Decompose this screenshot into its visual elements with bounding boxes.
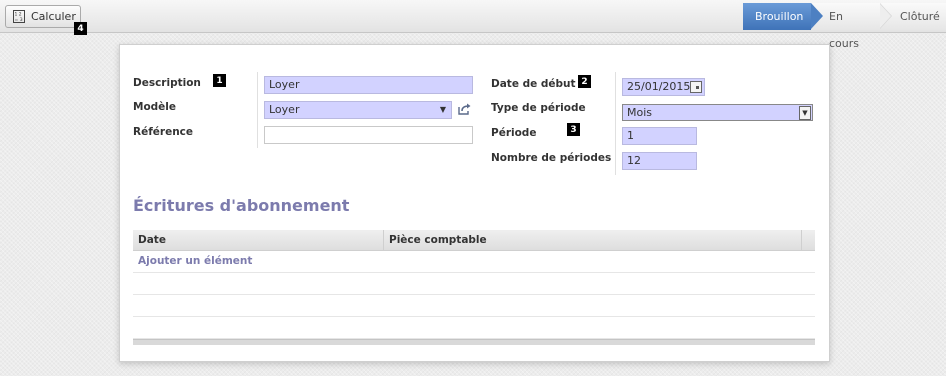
num-periods-field[interactable]: 12 bbox=[622, 152, 697, 170]
form-sheet: Description 1 Modèle Référence Loyer Loy… bbox=[119, 44, 830, 362]
column-header-accounting-entry[interactable]: Pièce comptable bbox=[384, 230, 802, 251]
table-row bbox=[133, 295, 815, 317]
model-label: Modèle bbox=[133, 101, 177, 113]
table-row bbox=[133, 317, 815, 339]
label-divider-right bbox=[615, 72, 616, 175]
status-bar: Brouillon En cours Clôturé bbox=[743, 3, 946, 50]
annotation-badge-4: 4 bbox=[74, 22, 87, 35]
period-type-label: Type de période bbox=[491, 102, 586, 114]
annotation-badge-2: 2 bbox=[578, 75, 591, 88]
add-item-link[interactable]: Ajouter un élément bbox=[138, 255, 252, 267]
external-link-icon[interactable] bbox=[457, 102, 472, 116]
calculator-icon: 1 2 = 3 bbox=[13, 10, 25, 23]
period-label: Période bbox=[491, 127, 537, 139]
table-row bbox=[133, 273, 815, 295]
description-label: Description bbox=[133, 77, 201, 89]
period-type-select[interactable]: Mois ▼ bbox=[622, 104, 813, 121]
chevron-down-icon: ▼ bbox=[799, 106, 811, 120]
status-step-draft[interactable]: Brouillon bbox=[743, 3, 823, 30]
calendar-icon[interactable] bbox=[690, 81, 702, 93]
chevron-down-icon: ▼ bbox=[439, 105, 447, 114]
annotation-badge-1: 1 bbox=[213, 74, 226, 87]
svg-text:= 3: = 3 bbox=[15, 17, 23, 23]
calculate-button[interactable]: 1 2 = 3 Calculer bbox=[5, 5, 81, 28]
entries-section-title: Écritures d'abonnement bbox=[133, 196, 350, 215]
reference-label: Référence bbox=[133, 126, 194, 138]
column-header-date[interactable]: Date bbox=[133, 230, 384, 251]
start-date-field[interactable]: 25/01/2015 bbox=[622, 78, 705, 96]
label-divider-left bbox=[257, 72, 258, 148]
calculate-label: Calculer bbox=[31, 10, 76, 23]
table-footer bbox=[133, 339, 815, 345]
table-header: Date Pièce comptable bbox=[133, 230, 815, 251]
description-field[interactable]: Loyer bbox=[264, 76, 473, 94]
start-date-value: 25/01/2015 bbox=[627, 80, 691, 93]
reference-field[interactable] bbox=[264, 126, 473, 144]
top-toolbar: 1 2 = 3 Calculer 4 Brouillon En cours Cl… bbox=[0, 0, 946, 50]
svg-text:1 2: 1 2 bbox=[15, 12, 22, 18]
period-type-value: Mois bbox=[627, 106, 653, 119]
entries-table: Date Pièce comptable Ajouter un élément bbox=[133, 230, 815, 345]
table-row: Ajouter un élément bbox=[133, 251, 815, 273]
annotation-badge-3: 3 bbox=[567, 123, 580, 136]
start-date-label: Date de début bbox=[491, 78, 576, 90]
period-field[interactable]: 1 bbox=[622, 127, 697, 145]
model-select[interactable]: Loyer ▼ bbox=[264, 101, 452, 119]
model-select-value: Loyer bbox=[269, 103, 300, 116]
num-periods-label: Nombre de périodes bbox=[491, 152, 612, 164]
